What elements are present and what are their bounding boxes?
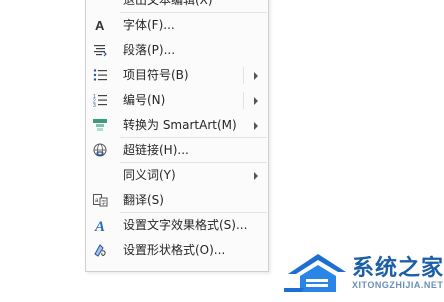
menu-item-label: 设置文字效果格式(S)... xyxy=(123,218,248,232)
bullets-icon xyxy=(90,65,110,85)
menu-item-label: 同义词(Y) xyxy=(123,168,176,182)
menu-item-label: 设置形状格式(O)... xyxy=(123,243,226,257)
submenu-divider xyxy=(243,92,244,109)
hyperlink-icon xyxy=(90,140,110,160)
menu-item-label: 超链接(H)... xyxy=(123,143,189,157)
font-icon: A xyxy=(90,15,110,35)
paragraph-icon xyxy=(90,40,110,60)
menu-item-label: 字体(F)... xyxy=(123,18,175,32)
menu-item-label: 转换为 SmartArt(M) xyxy=(123,118,237,132)
svg-text:A: A xyxy=(94,219,105,233)
menu-item-label: 项目符号(B) xyxy=(123,68,189,82)
svg-text:A: A xyxy=(95,18,105,33)
submenu-arrow-icon xyxy=(254,72,258,80)
svg-text:字: 字 xyxy=(101,200,106,207)
context-menu: 退出文本编辑(X) A 字体(F)... 段落(P)... 项目符号(B) 1 … xyxy=(85,0,269,272)
submenu-divider xyxy=(243,67,244,84)
menu-item-format-text-effects[interactable]: A 设置文字效果格式(S)... xyxy=(86,213,268,238)
submenu-arrow-icon xyxy=(254,122,258,130)
menu-item-translate[interactable]: a 字 翻译(S) xyxy=(86,188,268,213)
menu-item-convert-smartart[interactable]: 转换为 SmartArt(M) xyxy=(86,113,268,138)
menu-item-format-shape[interactable]: 设置形状格式(O)... xyxy=(86,238,268,263)
menu-item-numbering[interactable]: 1 2 3 编号(N) xyxy=(86,88,268,113)
watermark-text: 系统之家 xyxy=(352,256,444,281)
watermark-url: XITONGZHIJIA.NET xyxy=(352,280,444,290)
menu-item-label: 段落(P)... xyxy=(123,43,176,57)
house-logo-icon xyxy=(284,254,346,292)
site-watermark: 系统之家 XITONGZHIJIA.NET xyxy=(282,244,444,302)
menu-item-bullets[interactable]: 项目符号(B) xyxy=(86,63,268,88)
menu-item-hyperlink[interactable]: 超链接(H)... xyxy=(86,138,268,163)
menu-item-font[interactable]: A 字体(F)... xyxy=(86,13,268,38)
svg-text:3: 3 xyxy=(93,103,96,108)
text-effect-icon: A xyxy=(90,215,110,235)
menu-item-synonyms[interactable]: 同义词(Y) xyxy=(86,163,268,188)
translate-icon: a 字 xyxy=(90,190,110,210)
menu-item-paragraph[interactable]: 段落(P)... xyxy=(86,38,268,63)
menu-item-label: 退出文本编辑(X) xyxy=(123,0,213,7)
menu-item-label: 编号(N) xyxy=(123,93,166,107)
smartart-icon xyxy=(90,115,110,135)
shape-format-icon xyxy=(90,240,110,260)
menu-item-label: 翻译(S) xyxy=(123,193,164,207)
numbering-icon: 1 2 3 xyxy=(90,90,110,110)
submenu-arrow-icon xyxy=(254,172,258,180)
submenu-arrow-icon xyxy=(254,97,258,105)
